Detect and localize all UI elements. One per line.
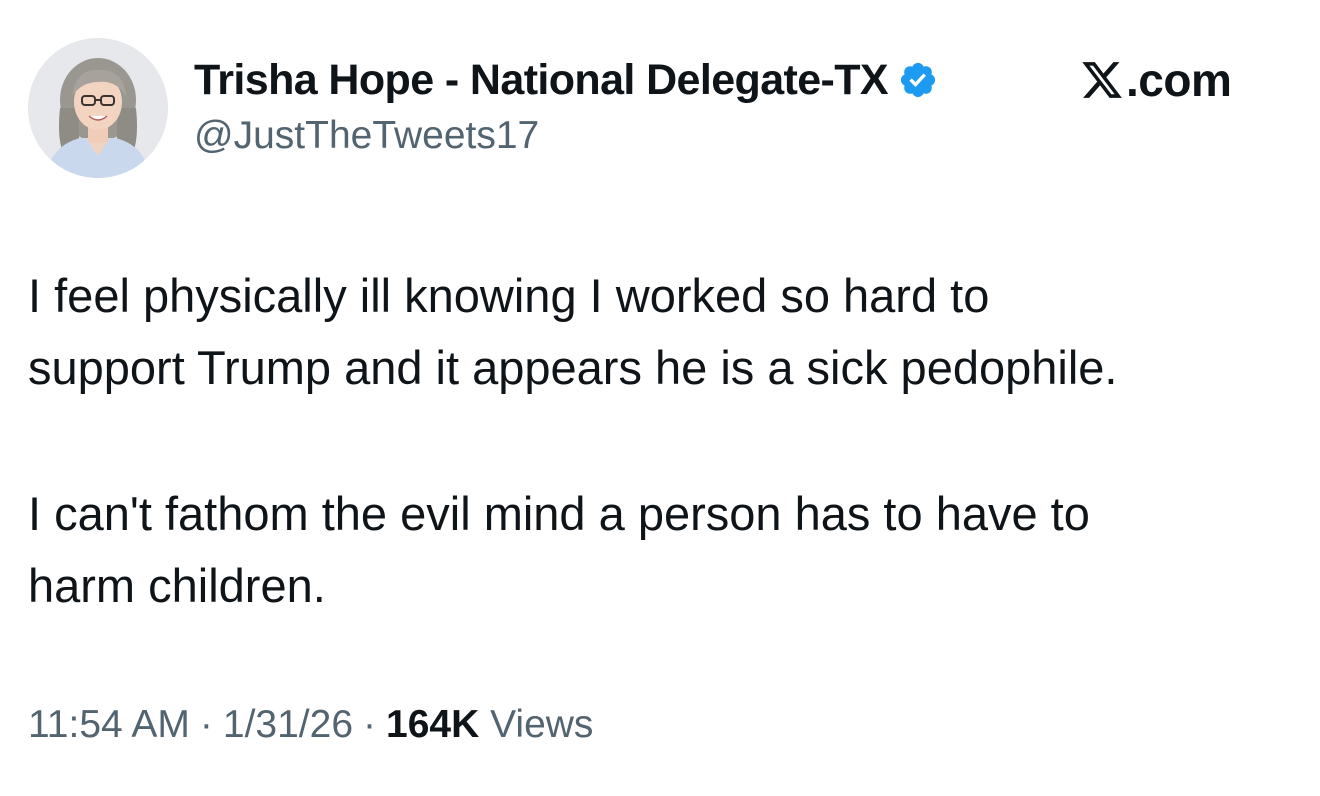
tweet-text: I feel physically ill knowing I worked s… <box>28 260 1298 622</box>
profile-photo <box>28 38 168 178</box>
x-logo-icon <box>1080 58 1124 102</box>
views-count[interactable]: 164K <box>386 703 479 746</box>
tweet-date[interactable]: 1/31/26 <box>223 703 353 746</box>
tweet-time[interactable]: 11:54 AM <box>28 703 190 746</box>
tweet-meta: 11:54 AM · 1/31/26 · 164K Views <box>28 703 593 747</box>
author-display-name[interactable]: Trisha Hope - National Delegate-TX <box>194 56 889 105</box>
verified-badge-icon <box>898 60 938 100</box>
avatar[interactable] <box>28 38 168 178</box>
author-name-row: Trisha Hope - National Delegate-TX <box>194 52 938 108</box>
meta-separator: · <box>199 703 213 746</box>
tweet-card: Trisha Hope - National Delegate-TX .com … <box>0 0 1320 796</box>
views-label: Views <box>490 703 594 746</box>
x-brand: .com <box>1080 52 1232 108</box>
brand-domain-text: .com <box>1126 54 1232 106</box>
tweet-line: I can't fathom the evil mind a person ha… <box>28 487 1090 540</box>
author-handle[interactable]: @JustTheTweets17 <box>194 114 539 158</box>
tweet-line: I feel physically ill knowing I worked s… <box>28 269 990 322</box>
tweet-line: support Trump and it appears he is a sic… <box>28 341 1118 394</box>
tweet-line: harm children. <box>28 559 326 612</box>
meta-separator: · <box>363 703 377 746</box>
